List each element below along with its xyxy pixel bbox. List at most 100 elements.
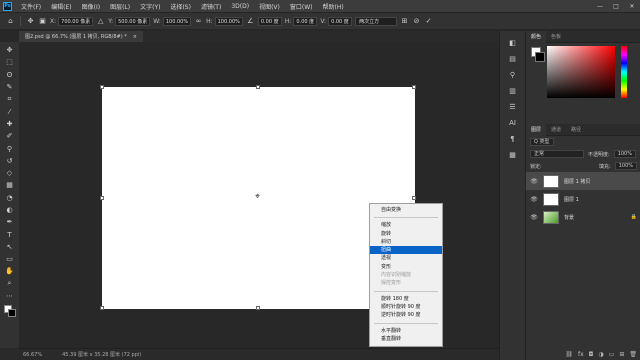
menu-edit[interactable]: 编辑(E) <box>46 2 76 11</box>
background-color-chip[interactable] <box>7 309 16 318</box>
cancel-icon[interactable]: ⊘ <box>412 17 421 26</box>
menu-layer[interactable]: 图层(L) <box>105 2 135 11</box>
angle-input[interactable]: 0.00 度 <box>257 16 282 26</box>
close-tab-icon[interactable]: × <box>133 34 137 40</box>
interpolation-select[interactable]: 两次立方 <box>355 16 398 26</box>
libraries-icon[interactable]: ▦ <box>507 149 519 161</box>
shape-icon[interactable]: ▭ <box>3 253 17 265</box>
new-layer-icon[interactable]: ⊞ <box>619 351 624 358</box>
home-icon[interactable]: ⌂ <box>6 17 15 26</box>
menu-image[interactable]: 图像(I) <box>77 2 105 11</box>
menu-item[interactable]: 顺时针旋转 90 度 <box>370 303 442 311</box>
tab-paths[interactable]: 路径 <box>566 124 586 136</box>
transform-handle-mr[interactable] <box>412 196 416 200</box>
transform-handle-bc[interactable] <box>256 306 260 310</box>
reference-point-icon[interactable]: ▣ <box>38 17 47 26</box>
dodge-icon[interactable]: ◐ <box>3 204 17 216</box>
background-color-swatch[interactable] <box>535 52 545 62</box>
eye-icon[interactable]: 👁 <box>530 178 538 185</box>
layer-filter-select[interactable]: Q 类型 <box>530 138 554 146</box>
maximize-button[interactable]: □ <box>608 3 624 10</box>
menu-item[interactable]: 变形 <box>370 263 442 271</box>
path-select-icon[interactable]: ↖ <box>3 241 17 253</box>
healing-icon[interactable]: ✚ <box>3 118 17 130</box>
trash-icon[interactable]: 🗑 <box>629 351 637 358</box>
menu-item[interactable]: 透视 <box>370 254 442 262</box>
lasso-icon[interactable]: ʘ <box>3 69 17 81</box>
character-icon[interactable]: AI <box>507 117 519 129</box>
gradient-icon[interactable]: ▦ <box>3 179 17 191</box>
link-icon[interactable]: ∞ <box>194 17 203 26</box>
transform-handle-tc[interactable] <box>256 85 260 89</box>
menu-item[interactable]: 旋转 <box>370 230 442 238</box>
tab-color[interactable]: 颜色 <box>526 30 547 43</box>
eyedropper-icon[interactable]: ⁄ <box>3 105 17 117</box>
document-tab[interactable]: 图2.psd @ 66.7% (图层 1 拷贝, RGB/8#) * × <box>19 31 143 42</box>
hskew-input[interactable]: 0.00 度 <box>293 16 318 26</box>
fill-input[interactable]: 100% <box>614 162 637 170</box>
adjustments-icon[interactable]: ▥ <box>507 85 519 97</box>
triangle-icon[interactable]: △ <box>96 17 105 26</box>
menu-help[interactable]: 帮助(H) <box>318 2 349 11</box>
mask-icon[interactable]: ◘ <box>589 351 594 358</box>
menu-3d[interactable]: 3D(D) <box>226 3 254 10</box>
minimize-button[interactable]: — <box>592 3 608 10</box>
tab-swatches[interactable]: 色板 <box>546 31 566 43</box>
menu-item[interactable]: 扭曲 <box>370 246 442 255</box>
eraser-icon[interactable]: ◇ <box>3 167 17 179</box>
x-input[interactable]: 700.00 像素 <box>58 16 94 26</box>
commit-check-icon[interactable]: ✓ <box>424 17 433 26</box>
h-input[interactable]: 100.00% <box>214 16 243 26</box>
adjustment-layer-icon[interactable]: ◑ <box>598 351 603 358</box>
layer-row[interactable]: 👁 背景 🔒 <box>526 208 640 226</box>
w-input[interactable]: 100.00% <box>162 16 192 26</box>
properties-icon[interactable]: ▤ <box>507 53 519 65</box>
blur-icon[interactable]: ◔ <box>3 192 17 204</box>
pivot-point-icon[interactable]: ⌖ <box>253 193 262 202</box>
transform-handle-tr[interactable] <box>412 85 416 89</box>
color-field[interactable] <box>547 46 615 98</box>
menu-file[interactable]: 文件(F) <box>16 2 46 11</box>
more-icon[interactable]: ⋯ <box>3 290 17 302</box>
menu-item-free-transform[interactable]: 自由变换 <box>370 206 442 214</box>
eye-icon[interactable]: 👁 <box>530 196 538 203</box>
history-brush-icon[interactable]: ↺ <box>3 155 17 167</box>
menu-item[interactable]: 水平翻转 <box>370 327 442 335</box>
opacity-input[interactable]: 100% <box>613 150 636 158</box>
menu-view[interactable]: 视图(V) <box>254 2 285 11</box>
menu-select[interactable]: 选择(S) <box>165 2 196 11</box>
vskew-input[interactable]: 0.00 度 <box>328 16 353 26</box>
pen-icon[interactable]: ✒ <box>3 216 17 228</box>
close-window-button[interactable]: ✕ <box>624 3 640 10</box>
menu-item[interactable]: 旋转 180 度 <box>370 295 442 303</box>
transform-handle-tl[interactable] <box>100 85 104 89</box>
menu-window[interactable]: 窗口(W) <box>285 2 318 11</box>
search-icon[interactable]: ⚲ <box>507 69 519 81</box>
warp-icon[interactable]: ⊞ <box>400 17 409 26</box>
menu-item[interactable]: 逆时针旋转 90 度 <box>370 311 442 319</box>
menu-item[interactable]: 斜切 <box>370 238 442 246</box>
menu-type[interactable]: 文字(Y) <box>135 2 165 11</box>
fx-icon[interactable]: fx <box>578 351 584 358</box>
layer-row[interactable]: 👁 图层 1 <box>526 190 640 208</box>
stamp-icon[interactable]: ⚲ <box>3 142 17 154</box>
layer-row[interactable]: 👁 图层 1 拷贝 <box>526 172 640 190</box>
tab-channels[interactable]: 通道 <box>546 124 566 136</box>
group-icon[interactable]: ▭ <box>609 351 615 358</box>
quick-select-icon[interactable]: ✎ <box>3 81 17 93</box>
paragraph-list-icon[interactable]: ☰ <box>507 101 519 113</box>
eye-icon[interactable]: 👁 <box>530 214 538 221</box>
menu-filter[interactable]: 滤镜(T) <box>196 2 226 11</box>
transform-handle-bl[interactable] <box>100 306 104 310</box>
transform-move-icon[interactable]: ✥ <box>26 17 35 26</box>
crop-icon[interactable]: ⌗ <box>3 93 17 105</box>
tab-layers[interactable]: 图层 <box>526 123 547 136</box>
link-layers-icon[interactable]: ⛓ <box>565 351 573 358</box>
brush-icon[interactable]: ✐ <box>3 130 17 142</box>
marquee-icon[interactable]: ⬚ <box>3 56 17 68</box>
y-input[interactable]: 500.00 像素 <box>115 16 151 26</box>
move-icon[interactable]: ✥ <box>3 44 17 56</box>
zoom-level[interactable]: 66.67% <box>23 352 42 358</box>
menu-item[interactable]: 缩放 <box>370 221 442 229</box>
type-icon[interactable]: T <box>3 228 17 240</box>
